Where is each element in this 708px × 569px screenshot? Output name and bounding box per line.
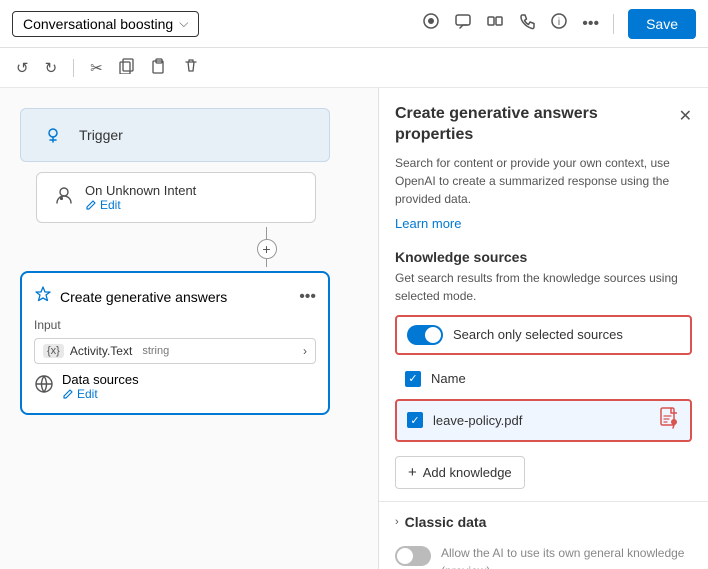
topbar-icons: i ••• Save: [422, 9, 696, 39]
undo-icon[interactable]: ↺: [12, 57, 33, 79]
topbar: Conversational boosting ⌵ i ••• Save: [0, 0, 708, 48]
datasources-title: Data sources: [62, 372, 316, 387]
name-checkbox[interactable]: ✓: [405, 371, 421, 387]
trigger-block: Trigger: [20, 108, 330, 162]
add-node-button[interactable]: +: [257, 239, 277, 259]
intent-icon: [53, 184, 75, 211]
intent-title: On Unknown Intent: [85, 183, 299, 198]
trigger-label: Trigger: [79, 127, 123, 143]
intent-block: On Unknown Intent Edit: [36, 172, 316, 223]
file-checkbox-icon: ✓: [410, 414, 419, 427]
file-row: ✓ leave-policy.pdf: [395, 399, 692, 442]
panel-close-icon[interactable]: ✕: [679, 106, 692, 126]
toolbar2-divider: [73, 59, 74, 77]
delete-icon[interactable]: [179, 56, 203, 80]
title-box[interactable]: Conversational boosting ⌵: [12, 11, 199, 37]
classic-data-content: Allow the AI to use its own general know…: [395, 534, 692, 569]
create-block-header: Create generative answers •••: [34, 285, 316, 308]
chat-icon[interactable]: [454, 12, 472, 35]
copilot-icon[interactable]: [422, 12, 440, 35]
search-toggle-row: Search only selected sources: [395, 315, 692, 355]
activity-pill[interactable]: {x} Activity.Text string ›: [34, 338, 316, 364]
classic-toggle[interactable]: [395, 546, 431, 566]
file-name-label: leave-policy.pdf: [433, 413, 648, 428]
checkbox-check-icon: ✓: [408, 372, 417, 385]
classic-toggle-row: Allow the AI to use its own general know…: [395, 544, 692, 569]
connector-line-bottom: [266, 259, 267, 267]
panel-header: Create generative answers properties ✕: [379, 88, 708, 154]
panel-description: Search for content or provide your own c…: [379, 154, 708, 216]
create-block-title: Create generative answers: [60, 289, 291, 305]
variable-icon[interactable]: [486, 12, 504, 35]
classic-data-title: Classic data: [405, 514, 487, 530]
add-knowledge-label: Add knowledge: [423, 465, 512, 480]
input-label: Input: [34, 318, 316, 332]
classic-toggle-knob: [397, 548, 413, 564]
create-answers-block: Create generative answers ••• Input {x} …: [20, 271, 330, 415]
intent-edit-link[interactable]: Edit: [85, 198, 299, 212]
classic-chevron-icon: ›: [395, 516, 399, 528]
svg-text:i: i: [558, 17, 560, 28]
knowledge-sources-title: Knowledge sources: [379, 243, 708, 269]
paste-icon[interactable]: [147, 56, 171, 80]
intent-edit-label: Edit: [100, 198, 121, 212]
data-sources-row: Data sources Edit: [34, 372, 316, 401]
trigger-icon: [37, 119, 69, 151]
activity-text: Activity.Text: [70, 344, 132, 358]
create-icon: [34, 285, 52, 308]
save-button[interactable]: Save: [628, 9, 696, 39]
learn-more-link[interactable]: Learn more: [379, 216, 708, 243]
canvas: Trigger On Unknown Intent Edit +: [0, 88, 378, 569]
knowledge-sources-desc: Get search results from the knowledge so…: [379, 269, 708, 315]
cut-icon[interactable]: ✂: [86, 57, 107, 79]
toolbar2: ↺ ↻ ✂: [0, 48, 708, 88]
variable-pill-icon: {x}: [43, 344, 64, 358]
datasources-icon: [34, 374, 54, 399]
connector: +: [175, 227, 358, 267]
input-section: Input {x} Activity.Text string ›: [34, 318, 316, 364]
right-panel: Create generative answers properties ✕ S…: [378, 88, 708, 569]
topbar-title-text: Conversational boosting: [23, 16, 173, 32]
phone-icon[interactable]: [518, 12, 536, 35]
add-knowledge-plus-icon: +: [408, 464, 417, 481]
datasources-text: Data sources Edit: [62, 372, 316, 401]
topbar-divider: [613, 14, 614, 34]
info-icon[interactable]: i: [550, 12, 568, 35]
classic-data-header[interactable]: › Classic data: [395, 510, 692, 534]
search-toggle[interactable]: [407, 325, 443, 345]
intent-text: On Unknown Intent Edit: [85, 183, 299, 212]
file-type-icon: [658, 407, 680, 434]
name-checkbox-row: ✓ Name: [395, 365, 692, 393]
name-col-label: Name: [431, 371, 466, 386]
toggle-knob: [425, 327, 441, 343]
panel-title: Create generative answers properties: [395, 104, 671, 146]
activity-type: string: [142, 345, 169, 357]
search-toggle-label: Search only selected sources: [453, 327, 623, 342]
classic-toggle-label: Allow the AI to use its own general know…: [441, 544, 692, 569]
copy-icon[interactable]: [115, 56, 139, 80]
pill-arrow-icon: ›: [303, 344, 307, 358]
main: Trigger On Unknown Intent Edit +: [0, 88, 708, 569]
create-block-menu-icon[interactable]: •••: [299, 288, 316, 306]
datasources-edit-link[interactable]: Edit: [62, 387, 316, 401]
classic-data-section: › Classic data Allow the AI to use its o…: [379, 501, 708, 569]
file-checkbox[interactable]: ✓: [407, 412, 423, 428]
add-knowledge-button[interactable]: + Add knowledge: [395, 456, 525, 489]
more-icon[interactable]: •••: [582, 15, 599, 33]
connector-line-top: [266, 227, 267, 239]
redo-icon[interactable]: ↻: [41, 57, 62, 79]
datasources-edit-label: Edit: [77, 387, 98, 401]
title-chevron-icon[interactable]: ⌵: [179, 16, 188, 31]
